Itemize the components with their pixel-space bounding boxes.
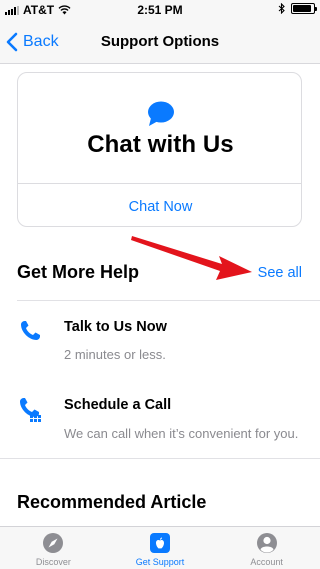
battery-icon [291, 3, 317, 14]
list-item-subtitle: We can call when it’s convenient for you… [64, 426, 299, 441]
phone-calendar-icon [20, 398, 41, 422]
list-item-schedule-call[interactable]: Schedule a Call We can call when it’s co… [0, 379, 320, 459]
battery-fill [293, 5, 311, 12]
list-item-subtitle: 2 minutes or less. [64, 347, 166, 362]
phone-icon [21, 321, 40, 340]
status-bar: AT&T 2:51 PM [0, 0, 320, 20]
page-title: Support Options [100, 33, 220, 50]
card-divider [18, 183, 301, 184]
compass-icon [43, 533, 64, 553]
tab-label: Get Support [135, 557, 185, 567]
tab-bar: Discover Get Support Account [0, 526, 320, 569]
chat-card: Chat with Us Chat Now [17, 72, 302, 227]
main-content[interactable]: Chat with Us Chat Now Get More Help See … [0, 64, 320, 526]
status-time: 2:51 PM [137, 3, 183, 17]
get-more-help-heading: Get More Help [17, 262, 140, 282]
chat-bubble-icon [148, 101, 174, 126]
tab-discover[interactable]: Discover [0, 527, 107, 569]
see-all-link[interactable]: See all [258, 265, 302, 281]
chat-title: Chat with Us [87, 131, 234, 158]
tab-label: Account [250, 557, 283, 567]
status-right [278, 3, 317, 14]
tab-label: Discover [35, 557, 71, 567]
list-item-talk-to-us[interactable]: Talk to Us Now 2 minutes or less. [0, 301, 320, 379]
person-icon [256, 533, 277, 553]
divider [0, 458, 320, 459]
bluetooth-icon [278, 3, 285, 14]
annotation-arrow-icon [131, 236, 252, 280]
chat-now-button[interactable]: Chat Now [18, 199, 303, 215]
recommended-article-heading: Recommended Article [17, 492, 207, 512]
apple-icon [150, 533, 170, 553]
navigation-bar: Back Support Options [0, 20, 320, 64]
tab-get-support[interactable]: Get Support [107, 527, 214, 569]
tab-account[interactable]: Account [213, 527, 320, 569]
list-item-title: Talk to Us Now [64, 319, 167, 335]
screen: AT&T 2:51 PM Back Support Options Chat w… [0, 0, 320, 569]
list-item-title: Schedule a Call [64, 397, 172, 413]
